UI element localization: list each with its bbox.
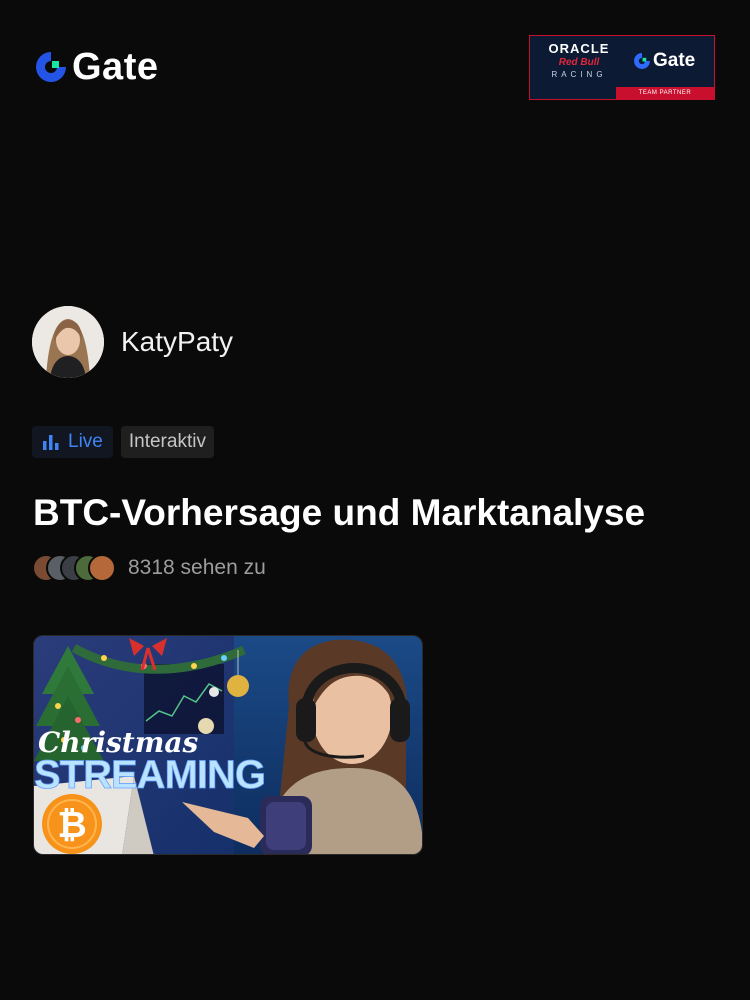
viewer-count: 8318 sehen zu: [128, 556, 266, 579]
partner-redbull: Red Bull: [558, 57, 600, 68]
streamer-name[interactable]: KatyPaty: [121, 326, 233, 358]
live-badge: Live: [32, 426, 113, 458]
stream-thumbnail[interactable]: Christmas STREAMING ₿: [33, 635, 423, 855]
partner-strip: TEAM PARTNER: [616, 87, 714, 99]
viewer-row: 8318 sehen zu: [32, 554, 266, 582]
gate-logo-icon: [36, 52, 66, 82]
gate-logo[interactable]: Gate: [34, 48, 158, 86]
viewer-avatar: [88, 554, 116, 582]
live-label: Live: [68, 431, 103, 452]
partner-racing: RACING: [551, 70, 607, 79]
streamer-avatar[interactable]: [32, 306, 104, 378]
stream-badges: Live Interaktiv: [32, 426, 214, 458]
partner-banner[interactable]: ORACLE Red Bull RACING Gate TEAM PARTNER: [529, 35, 715, 100]
stream-title: BTC-Vorhersage und Marktanalyse: [33, 492, 646, 533]
live-bars-icon: [43, 435, 59, 450]
interactive-badge: Interaktiv: [120, 426, 214, 458]
bitcoin-icon: ₿: [57, 805, 86, 846]
thumb-caption-main: STREAMING: [34, 753, 265, 797]
partner-gate-text: Gate: [653, 50, 696, 71]
brand-name: Gate: [72, 46, 159, 88]
partner-oracle: ORACLE: [548, 41, 610, 56]
thumbnail-image: Christmas STREAMING ₿: [34, 636, 422, 854]
avatar-photo: [32, 306, 104, 378]
partner-gate-logo: Gate: [633, 50, 695, 72]
gate-logo-icon: [634, 53, 650, 69]
